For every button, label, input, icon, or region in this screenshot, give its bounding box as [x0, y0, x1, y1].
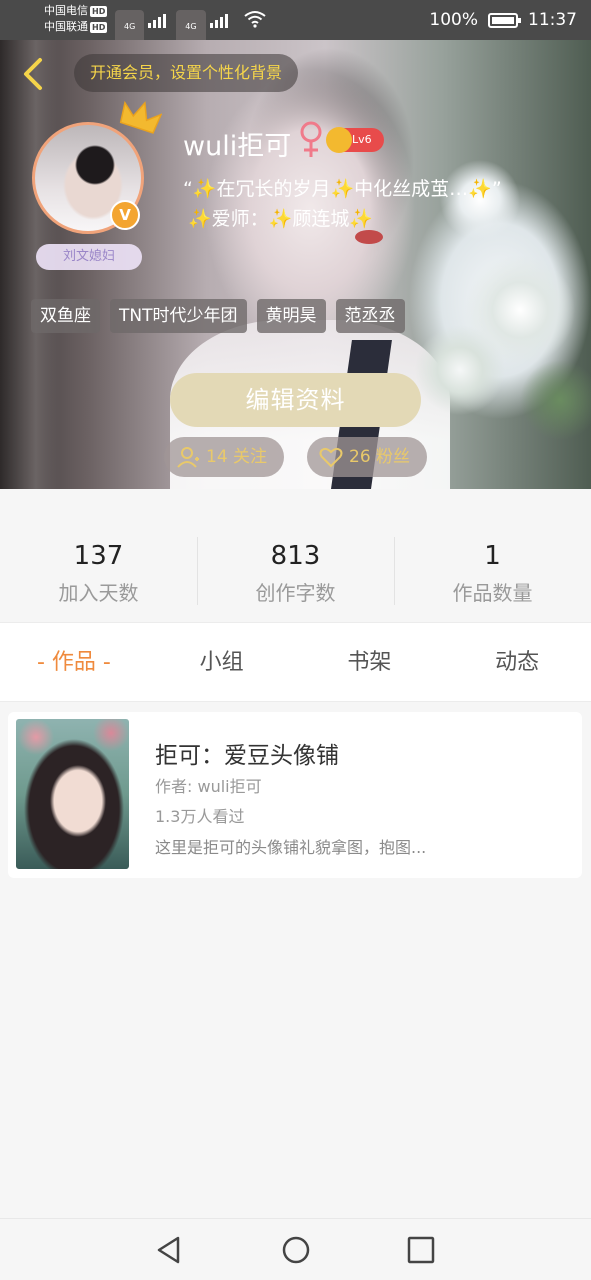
network-type: 4G: [176, 10, 206, 44]
tab-works[interactable]: - 作品 -: [0, 623, 148, 701]
female-gender-icon: [300, 121, 322, 157]
work-card[interactable]: 拒可：爱豆头像铺 作者: wuli拒可 1.3万人看过 这里是拒可的头像铺礼貌拿…: [8, 712, 582, 878]
status-bar: 中国电信 HD 中国联通 HD 4G 4G 100% 11:37: [0, 0, 591, 44]
profile-screen: 中国电信 HD 中国联通 HD 4G 4G 100% 11:37 开通会员，设置…: [0, 0, 591, 1280]
stat-label: 创作字数: [255, 581, 336, 605]
level-text: Lv6: [352, 133, 372, 146]
stat-word-count: 813 创作字数: [197, 489, 394, 622]
stat-value: 137: [73, 541, 124, 571]
stat-works-count: 1 作品数量: [394, 489, 591, 622]
stat-value: 1: [484, 541, 501, 571]
tab-groups[interactable]: 小组: [148, 623, 296, 701]
work-description: 这里是拒可的头像铺礼貌拿图，抱图...: [155, 838, 427, 857]
tag-item[interactable]: 双鱼座: [31, 299, 100, 333]
status-right: 100% 11:37: [429, 10, 577, 30]
stat-label: 加入天数: [58, 581, 139, 605]
hd-icon: HD: [90, 6, 108, 17]
work-title: 拒可：爱豆头像铺: [155, 743, 339, 769]
carrier-1: 中国电信: [44, 4, 88, 17]
wifi-icon: [243, 11, 266, 28]
tag-item[interactable]: 范丞丞: [335, 299, 405, 333]
carrier-2: 中国联通: [44, 20, 88, 33]
signature-line-1: “✨在冗长的岁月✨中化丝成茧…✨”: [183, 178, 502, 200]
battery-icon: [488, 12, 521, 28]
heart-icon: [319, 447, 343, 468]
user-icon: [177, 447, 199, 468]
work-cover-image[interactable]: [16, 719, 129, 869]
signal-icons: 4G 4G: [115, 10, 266, 44]
interest-tags: 双鱼座 TNT时代少年团 黄明昊 范丞丞: [31, 299, 405, 333]
profile-tabs: - 作品 - 小组 书架 动态: [0, 622, 591, 702]
work-author: 作者: wuli拒可: [155, 777, 262, 796]
recent-apps-square-icon[interactable]: [406, 1235, 436, 1265]
tab-bookshelf[interactable]: 书架: [296, 623, 444, 701]
clock: 11:37: [528, 10, 577, 30]
back-arrow-icon[interactable]: [18, 56, 48, 92]
following-button[interactable]: 14 关注: [164, 437, 284, 477]
title-badge[interactable]: 刘文媳妇: [36, 244, 142, 270]
system-nav-bar: [0, 1218, 591, 1280]
work-views: 1.3万人看过: [155, 807, 245, 826]
signal-icon: 4G: [176, 10, 228, 44]
crown-icon: [119, 100, 162, 134]
signature-line-2: ✨爱师：✨顾连城✨: [188, 208, 373, 230]
followers-button[interactable]: 26 粉丝: [307, 437, 427, 477]
battery-percent: 100%: [429, 10, 478, 30]
member-background-prompt[interactable]: 开通会员，设置个性化背景: [74, 54, 299, 92]
level-badge: Lv6: [326, 127, 384, 153]
home-circle-icon[interactable]: [281, 1235, 311, 1265]
verified-badge: V: [110, 200, 140, 230]
stat-join-days: 137 加入天数: [0, 489, 197, 622]
signal-icon: 4G: [115, 10, 167, 44]
network-type: 4G: [115, 10, 145, 44]
hd-icon: HD: [90, 22, 108, 33]
edit-profile-button[interactable]: 编辑资料: [170, 373, 421, 427]
tag-item[interactable]: 黄明昊: [256, 299, 326, 333]
tag-item[interactable]: TNT时代少年团: [110, 299, 247, 333]
stat-label: 作品数量: [452, 581, 533, 605]
stat-value: 813: [270, 541, 321, 571]
stats-row: 137 加入天数 813 创作字数 1 作品数量: [0, 489, 591, 622]
tab-activity[interactable]: 动态: [443, 623, 591, 701]
followers-count: 26 粉丝: [349, 447, 411, 467]
carrier-info: 中国电信 HD 中国联通 HD: [44, 3, 108, 35]
following-count: 14 关注: [206, 447, 268, 467]
username: wuli拒可: [183, 131, 292, 162]
level-crown-icon: [326, 127, 352, 153]
back-triangle-icon[interactable]: [154, 1235, 184, 1265]
